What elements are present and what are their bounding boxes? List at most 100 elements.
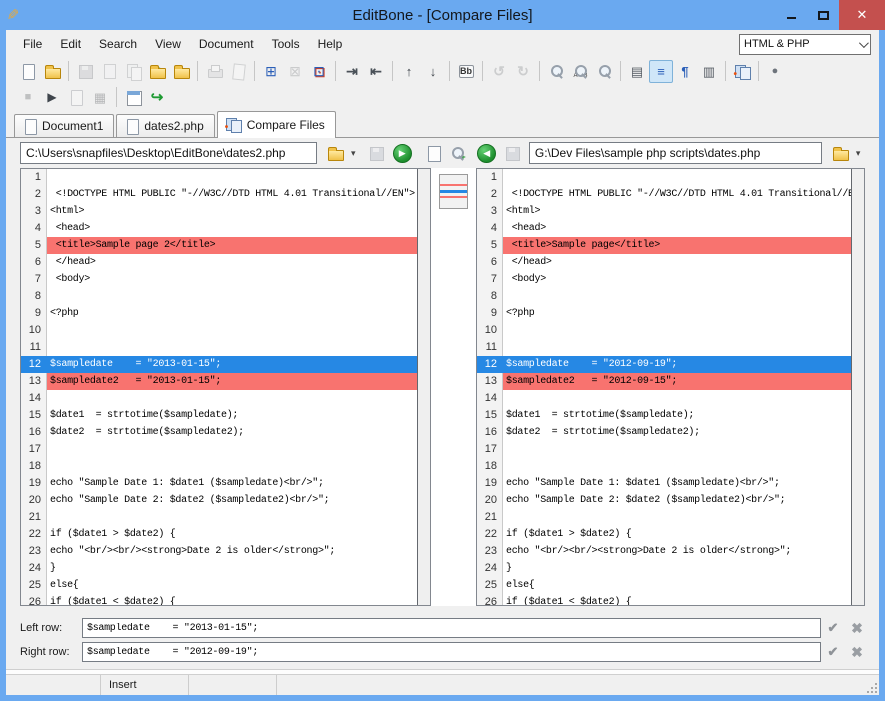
left-recent-files-dropdown[interactable]: ▾ (346, 142, 360, 164)
code-line[interactable]: 25else{ (21, 577, 417, 594)
code-line[interactable]: 12$sampledate = "2013-01-15"; (21, 356, 417, 373)
menu-edit[interactable]: Edit (51, 33, 90, 55)
menu-view[interactable]: View (146, 33, 190, 55)
left-row-cancel-button[interactable]: ✖ (845, 620, 869, 637)
maximize-button[interactable] (807, 0, 839, 30)
special-characters-button[interactable]: ¶ (673, 60, 697, 83)
code-line[interactable]: 13$sampledate2 = "2013-01-15"; (21, 373, 417, 390)
code-line[interactable]: 10 (21, 322, 417, 339)
open-directory-button[interactable] (169, 60, 193, 83)
left-row-apply-button[interactable]: ✔ (821, 620, 845, 636)
code-line[interactable]: 13$sampledate2 = "2012-09-15"; (477, 373, 851, 390)
menu-document[interactable]: Document (190, 33, 263, 55)
outdent-button[interactable]: ⇤ (364, 60, 388, 83)
code-line[interactable]: 2 <!DOCTYPE HTML PUBLIC "-//W3C//DTD HTM… (21, 186, 417, 203)
change-case-button[interactable]: Bb (454, 60, 478, 83)
menu-search[interactable]: Search (90, 33, 146, 55)
code-line[interactable]: 4 <head> (477, 220, 851, 237)
code-line[interactable]: 3<html> (21, 203, 417, 220)
code-line[interactable]: 11 (21, 339, 417, 356)
code-line[interactable]: 14 (21, 390, 417, 407)
code-line[interactable]: 18 (21, 458, 417, 475)
code-line[interactable]: 19echo "Sample Date 1: $date1 ($sampleda… (477, 475, 851, 492)
close-nodes-button[interactable]: ⊡ (307, 60, 331, 83)
compare-files-button[interactable]: • (730, 60, 754, 83)
code-line[interactable]: 22if ($date1 > $date2) { (21, 526, 417, 543)
right-row-apply-button[interactable]: ✔ (821, 644, 845, 660)
record-macro-button[interactable]: ● (763, 60, 787, 83)
code-line[interactable]: 16$date2 = strtotime($sampledate2); (477, 424, 851, 441)
code-line[interactable]: 7 <body> (477, 271, 851, 288)
reopen-file-button[interactable]: ↩ (145, 60, 169, 83)
indent-button[interactable]: ⇥ (340, 60, 364, 83)
right-file-path-input[interactable] (529, 142, 822, 164)
menu-file[interactable]: File (14, 33, 51, 55)
code-line[interactable]: 23echo "<br/><br/><strong>Date 2 is olde… (477, 543, 851, 560)
replace-button[interactable]: A⇔B (568, 60, 592, 83)
new-document-button[interactable] (16, 60, 40, 83)
add-node-button[interactable]: ⊞ (259, 60, 283, 83)
left-file-path-input[interactable] (20, 142, 317, 164)
code-line[interactable]: 20echo "Sample Date 2: $date2 ($sampleda… (477, 492, 851, 509)
insert-date-button[interactable]: 12 (121, 86, 145, 109)
code-line[interactable]: 22if ($date1 > $date2) { (477, 526, 851, 543)
refresh-compare-button[interactable]: ↻ (423, 142, 444, 164)
code-line[interactable]: 1 (21, 169, 417, 186)
split-view-button[interactable]: ▥ (697, 60, 721, 83)
code-line[interactable]: 26if ($date1 < $date2) { (477, 594, 851, 605)
left-row-input[interactable] (82, 618, 821, 638)
code-line[interactable]: 24} (477, 560, 851, 577)
code-line[interactable]: 8 (477, 288, 851, 305)
code-line[interactable]: 16$date2 = strtotime($sampledate2); (21, 424, 417, 441)
right-go-button[interactable]: ◀ (476, 142, 497, 164)
menu-help[interactable]: Help (309, 33, 352, 55)
code-line[interactable]: 12$sampledate = "2012-09-19"; (477, 356, 851, 373)
play-macro-button[interactable]: ▶ (40, 86, 64, 109)
syntax-selector[interactable]: HTML & PHP (739, 34, 871, 55)
left-go-button[interactable]: ▶ (392, 142, 413, 164)
menu-tools[interactable]: Tools (263, 33, 309, 55)
code-line[interactable]: 21 (21, 509, 417, 526)
code-line[interactable]: 17 (21, 441, 417, 458)
left-vertical-scrollbar[interactable] (417, 169, 430, 605)
repeat-action-button[interactable]: ↪ (145, 86, 169, 109)
code-line[interactable]: 19echo "Sample Date 1: $date1 ($sampleda… (21, 475, 417, 492)
code-line[interactable]: 23echo "<br/><br/><strong>Date 2 is olde… (21, 543, 417, 560)
code-line[interactable]: 18 (477, 458, 851, 475)
code-line[interactable]: 3<html> (477, 203, 851, 220)
search-button[interactable] (544, 60, 568, 83)
sort-descending-button[interactable]: ↓ (421, 60, 445, 83)
right-row-input[interactable] (82, 642, 821, 662)
line-numbers-button[interactable]: ≡ (649, 60, 673, 83)
code-line[interactable]: 6 </head> (477, 254, 851, 271)
code-line[interactable]: 26if ($date1 < $date2) { (21, 594, 417, 605)
code-line[interactable]: 14 (477, 390, 851, 407)
tab-compare-files[interactable]: •Compare Files (217, 111, 336, 138)
code-line[interactable]: 21 (477, 509, 851, 526)
diff-minimap[interactable] (439, 174, 468, 209)
open-file-button[interactable]: → (40, 60, 64, 83)
find-next-difference-button[interactable]: + (446, 142, 467, 164)
right-vertical-scrollbar[interactable] (851, 169, 864, 605)
code-line[interactable]: 15$date1 = strtotime($sampledate); (477, 407, 851, 424)
code-line[interactable]: 7 <body> (21, 271, 417, 288)
code-line[interactable]: 20echo "Sample Date 2: $date2 ($sampleda… (21, 492, 417, 509)
find-in-files-button[interactable] (592, 60, 616, 83)
code-line[interactable]: 25else{ (477, 577, 851, 594)
close-button[interactable]: ✕ (839, 0, 885, 30)
code-line[interactable]: 10 (477, 322, 851, 339)
sort-ascending-button[interactable]: ↑ (397, 60, 421, 83)
code-line[interactable]: 9<?php (477, 305, 851, 322)
code-line[interactable]: 2 <!DOCTYPE HTML PUBLIC "-//W3C//DTD HTM… (477, 186, 851, 203)
left-browse-button[interactable] (325, 142, 346, 164)
code-line[interactable]: 4 <head> (21, 220, 417, 237)
tab-dates2-php[interactable]: dates2.php (116, 114, 214, 137)
code-line[interactable]: 1 (477, 169, 851, 186)
code-line[interactable]: 9<?php (21, 305, 417, 322)
code-line[interactable]: 5 <title>Sample page 2</title> (21, 237, 417, 254)
code-line[interactable]: 15$date1 = strtotime($sampledate); (21, 407, 417, 424)
code-line[interactable]: 24} (21, 560, 417, 577)
word-wrap-button[interactable]: ▤ (625, 60, 649, 83)
right-row-cancel-button[interactable]: ✖ (845, 644, 869, 661)
code-line[interactable]: 8 (21, 288, 417, 305)
